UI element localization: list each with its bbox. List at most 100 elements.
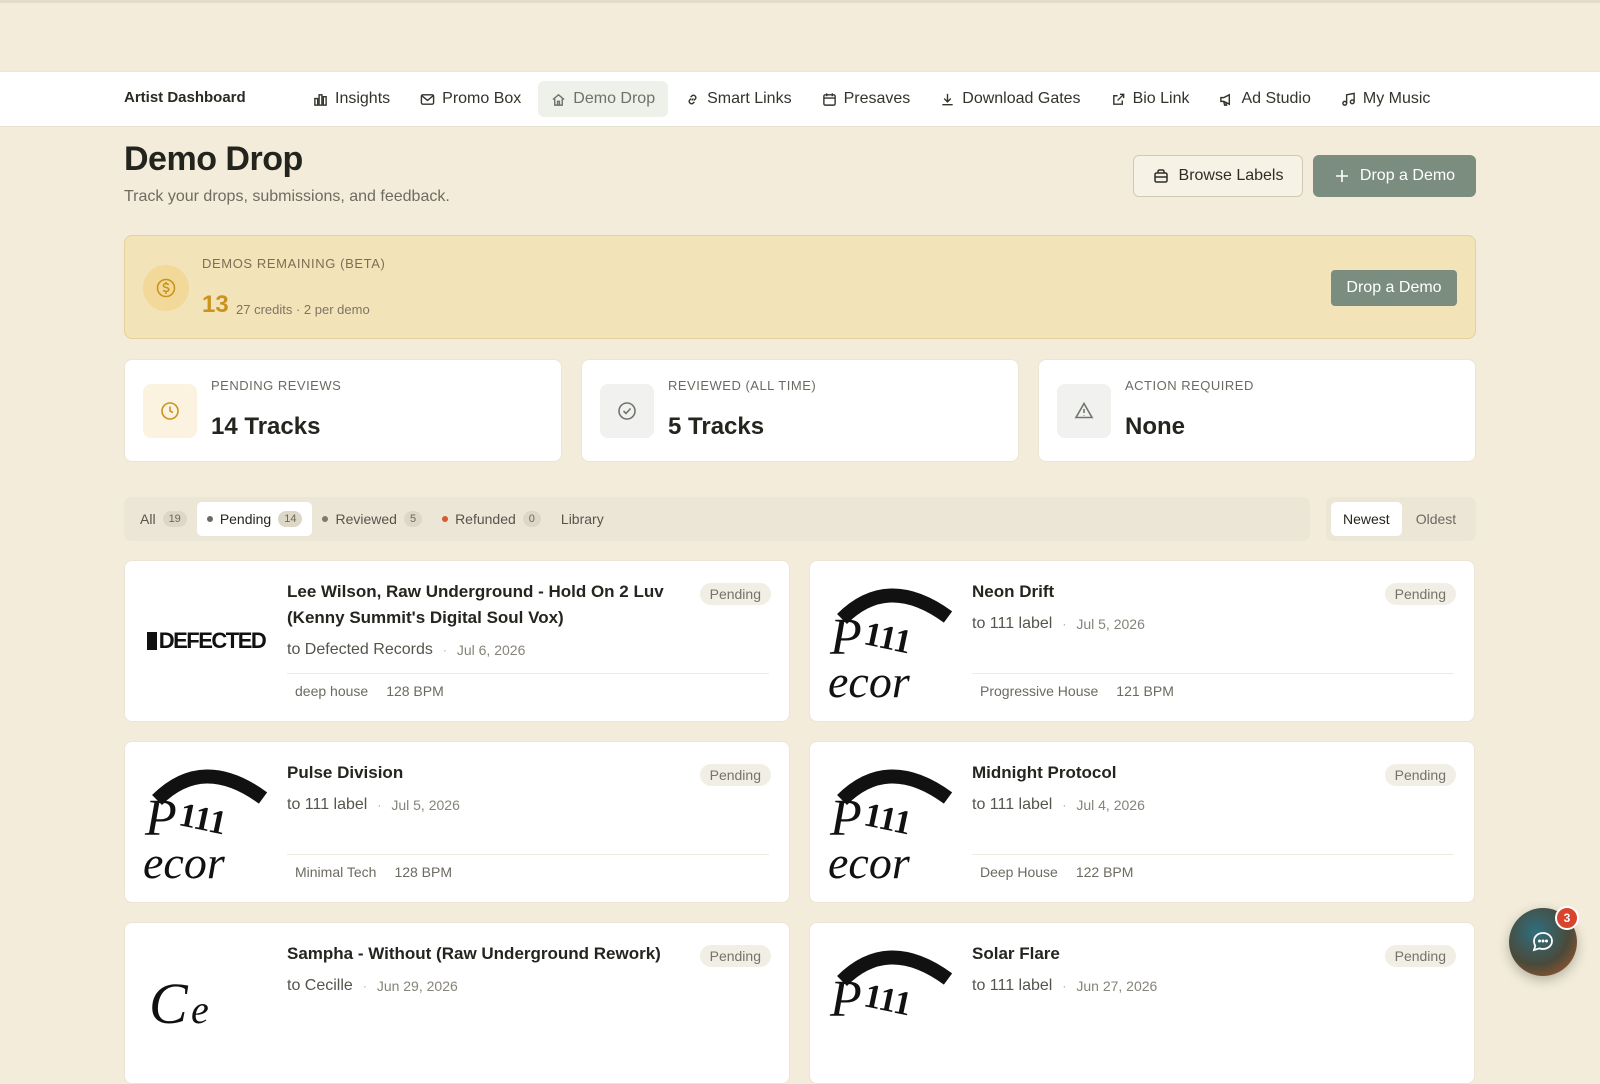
tab-pending[interactable]: Pending 14 xyxy=(196,502,313,536)
stat-card-reviewed: REVIEWED (ALL TIME) 5 Tracks xyxy=(581,359,1019,462)
nav-item-download-gates[interactable]: Download Gates xyxy=(927,81,1093,117)
demo-card[interactable]: DEFECTED Lee Wilson, Raw Underground - H… xyxy=(124,560,790,722)
demo-card[interactable]: P 111 ecor Pulse Division to 111 label ·… xyxy=(124,741,790,903)
browse-labels-button[interactable]: Browse Labels xyxy=(1133,155,1303,197)
demo-bpm: 122 BPM xyxy=(1075,864,1134,880)
label-logo-image: C e xyxy=(143,941,269,1065)
nav-item-ad-studio[interactable]: Ad Studio xyxy=(1206,81,1323,117)
credits-drop-demo-button[interactable]: Drop a Demo xyxy=(1331,270,1457,306)
label-logo-image: P 111 xyxy=(828,941,954,1065)
demo-card[interactable]: P 111 Solar Flare to 111 label · Jun 27,… xyxy=(809,922,1475,1084)
nav-item-label: Promo Box xyxy=(442,90,522,107)
top-navigation: Artist Dashboard Insights Promo Box Demo… xyxy=(0,71,1600,127)
status-badge: Pending xyxy=(1384,945,1456,967)
label-logo-text: 111 xyxy=(861,796,915,842)
clock-icon xyxy=(143,384,197,438)
nav-item-label: Bio Link xyxy=(1132,90,1190,107)
credits-remaining: 13 xyxy=(202,291,229,318)
tab-reviewed[interactable]: Reviewed 5 xyxy=(312,502,432,536)
status-dot xyxy=(442,516,449,522)
demo-recipient: to 111 label xyxy=(972,977,1053,994)
separator-dot: · xyxy=(377,798,382,812)
demo-date: Jun 29, 2026 xyxy=(376,978,458,994)
demo-genre: Progressive House xyxy=(980,683,1099,699)
demo-date: Jul 6, 2026 xyxy=(456,642,526,658)
briefcase-icon xyxy=(1153,169,1168,183)
separator-dot: · xyxy=(362,979,367,993)
status-badge: Pending xyxy=(699,583,771,605)
nav-item-label: Insights xyxy=(335,90,391,107)
stat-label: REVIEWED (ALL TIME) xyxy=(668,378,817,393)
nav-item-insights[interactable]: Insights xyxy=(300,81,403,117)
demo-recipient: to Cecille xyxy=(287,977,353,994)
top-border xyxy=(0,0,1600,3)
label-logo-image: P 111 ecor xyxy=(828,579,954,703)
music-note-icon xyxy=(1342,92,1355,106)
demo-bpm: 121 BPM xyxy=(1116,683,1174,699)
nav-items: Insights Promo Box Demo Drop Smart Links… xyxy=(300,81,1443,117)
chat-notification-badge: 3 xyxy=(1555,906,1579,930)
credits-panel: DEMOS REMAINING (BETA) 13 27 credits · 2… xyxy=(124,235,1476,339)
tab-count: 14 xyxy=(278,511,303,527)
separator-dot: · xyxy=(1062,979,1067,993)
nav-item-presaves[interactable]: Presaves xyxy=(809,81,924,117)
demo-card[interactable]: C e Sampha - Without (Raw Underground Re… xyxy=(124,922,790,1084)
status-badge: Pending xyxy=(1384,583,1456,605)
browse-labels-label: Browse Labels xyxy=(1178,167,1284,184)
demo-meta: to 111 label · Jul 5, 2026 xyxy=(972,615,1145,633)
tab-label: Refunded xyxy=(455,511,516,527)
separator-dot: · xyxy=(442,643,447,657)
page-subtitle: Track your drops, submissions, and feedb… xyxy=(124,188,450,205)
label-logo-text: 111 xyxy=(861,977,915,1023)
sort-newest-button[interactable]: Newest xyxy=(1331,502,1402,536)
demo-meta: to 111 label · Jun 27, 2026 xyxy=(972,977,1157,995)
card-divider xyxy=(287,673,769,674)
status-dot xyxy=(206,516,213,522)
status-badge: Pending xyxy=(699,945,771,967)
tab-all[interactable]: All 19 xyxy=(130,502,197,536)
stat-value: 5 Tracks xyxy=(668,413,765,440)
home-icon xyxy=(552,93,565,106)
demo-title: Pulse Division xyxy=(287,763,404,782)
nav-item-label: Demo Drop xyxy=(573,90,656,107)
card-divider xyxy=(972,673,1454,674)
svg-text:ecor: ecor xyxy=(828,837,911,884)
stat-card-pending: PENDING REVIEWS 14 Tracks xyxy=(124,359,562,462)
label-logo-text: 111 xyxy=(176,796,230,842)
nav-item-my-music[interactable]: My Music xyxy=(1328,81,1444,117)
status-dot xyxy=(322,516,329,522)
demo-title: Sampha - Without (Raw Underground Rework… xyxy=(287,944,661,963)
sort-oldest-button[interactable]: Oldest xyxy=(1404,502,1468,536)
chat-bubble-icon xyxy=(1532,932,1553,952)
tab-library[interactable]: Library xyxy=(551,502,614,536)
tab-refunded[interactable]: Refunded 0 xyxy=(432,502,551,536)
nav-item-label: Smart Links xyxy=(707,90,792,107)
stat-value: None xyxy=(1125,413,1185,440)
credits-label: DEMOS REMAINING (BETA) xyxy=(202,256,386,271)
demo-card[interactable]: P 111 ecor Midnight Protocol to 111 labe… xyxy=(809,741,1475,903)
label-logo-image: DEFECTED xyxy=(143,579,269,703)
nav-item-smart-links[interactable]: Smart Links xyxy=(672,81,804,117)
card-divider xyxy=(972,854,1454,855)
demo-meta: to Defected Records · Jul 6, 2026 xyxy=(287,641,525,659)
demo-card[interactable]: P 111 ecor Neon Drift to 111 label · Jul… xyxy=(809,560,1475,722)
demo-tags: Minimal Tech 128 BPM xyxy=(295,864,452,880)
status-filter-tabs: All 19 Pending 14 Reviewed 5 Refunded 0 … xyxy=(124,497,1310,541)
nav-item-bio-link[interactable]: Bio Link xyxy=(1098,81,1203,117)
demo-title: Midnight Protocol xyxy=(972,763,1117,782)
svg-text:e: e xyxy=(191,987,209,1032)
sort-toggle: Newest Oldest xyxy=(1326,497,1476,541)
bar-chart-icon xyxy=(314,93,327,106)
warning-triangle-icon xyxy=(1057,384,1111,438)
svg-text:ecor: ecor xyxy=(143,837,226,884)
nav-item-promo-box[interactable]: Promo Box xyxy=(407,81,534,117)
stat-value: 14 Tracks xyxy=(211,413,321,440)
drop-demo-button[interactable]: Drop a Demo xyxy=(1313,155,1476,197)
nav-item-label: My Music xyxy=(1362,90,1431,107)
tab-count: 19 xyxy=(162,511,187,527)
status-badge: Pending xyxy=(699,764,771,786)
label-logo-text: 111 xyxy=(861,615,915,661)
demo-genre: Minimal Tech xyxy=(295,864,377,880)
nav-item-demo-drop[interactable]: Demo Drop xyxy=(538,81,669,117)
link-icon xyxy=(688,94,697,104)
